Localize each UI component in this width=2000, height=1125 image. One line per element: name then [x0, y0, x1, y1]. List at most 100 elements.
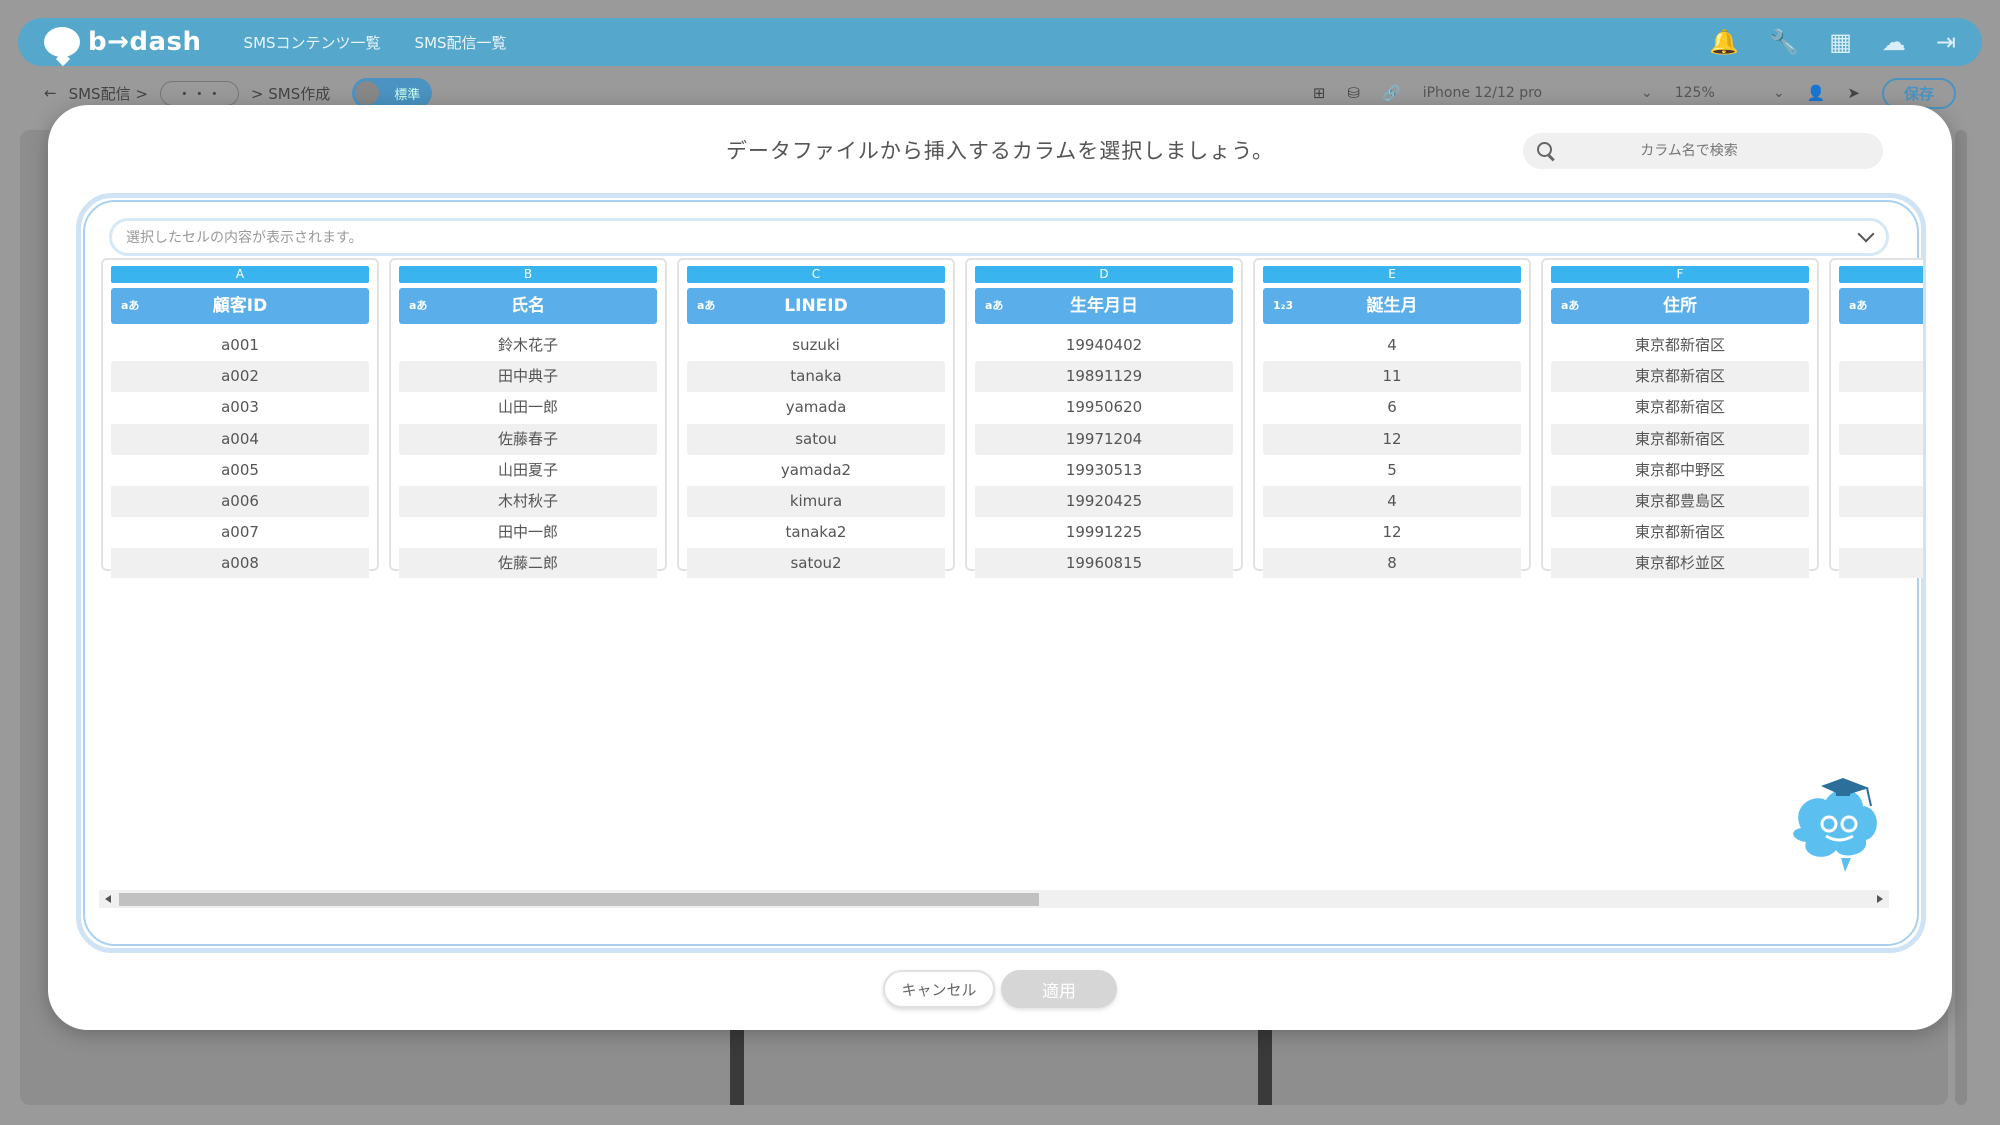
- table-cell[interactable]: 19960815: [975, 548, 1233, 578]
- scroll-right-icon[interactable]: [1877, 895, 1883, 903]
- preview-user-icon[interactable]: 👤: [1807, 84, 1826, 102]
- table-cell[interactable]: 山田夏子: [399, 455, 657, 486]
- table-cell[interactable]: 東京都新宿区: [1551, 423, 1809, 455]
- table-cell[interactable]: 11: [1263, 361, 1521, 393]
- table-cell[interactable]: 12: [1263, 517, 1521, 548]
- table-cell[interactable]: [1839, 485, 1923, 518]
- table-cell[interactable]: a001: [111, 330, 369, 361]
- column-header[interactable]: aあ LINEID: [687, 288, 945, 324]
- scroll-left-icon[interactable]: [105, 895, 111, 903]
- logout-icon[interactable]: ⇥: [1936, 28, 1956, 56]
- table-cell[interactable]: 19950620: [975, 392, 1233, 423]
- table-cell[interactable]: [1839, 361, 1923, 393]
- logo[interactable]: b→dash: [44, 27, 202, 57]
- table-cell[interactable]: a008: [111, 548, 369, 578]
- table-cell[interactable]: [1839, 392, 1923, 423]
- table-cell[interactable]: 19991225: [975, 517, 1233, 548]
- send-icon[interactable]: ➤: [1847, 84, 1860, 102]
- zoom-select[interactable]: 125% ⌄: [1675, 85, 1785, 101]
- table-cell[interactable]: yamada: [687, 392, 945, 423]
- table-cell[interactable]: 佐藤二郎: [399, 548, 657, 578]
- breadcrumb-ellipsis[interactable]: ・・・: [159, 80, 239, 106]
- horizontal-scrollbar[interactable]: [99, 890, 1889, 908]
- table-cell[interactable]: kimura: [687, 485, 945, 518]
- table-cell[interactable]: 8: [1263, 548, 1521, 578]
- table-cell[interactable]: 東京都新宿区: [1551, 517, 1809, 548]
- table-cell[interactable]: [1839, 517, 1923, 548]
- table-cell[interactable]: 6: [1263, 392, 1521, 423]
- bell-icon[interactable]: 🔔: [1709, 28, 1739, 56]
- nav-sms-content-list[interactable]: SMSコンテンツ一覧: [244, 32, 381, 53]
- page-scrollbar[interactable]: [1955, 130, 1967, 1105]
- column-header[interactable]: aあ 顧客ID: [111, 288, 369, 324]
- table-cell[interactable]: [1839, 548, 1923, 578]
- table-cell[interactable]: a005: [111, 455, 369, 486]
- table-cell[interactable]: a003: [111, 392, 369, 423]
- table-cell[interactable]: 東京都豊島区: [1551, 485, 1809, 518]
- add-block-icon[interactable]: ⊞: [1313, 84, 1326, 102]
- table-cell[interactable]: suzuki: [687, 330, 945, 361]
- column-header[interactable]: aあ 住所: [1551, 288, 1809, 324]
- table-cell[interactable]: 田中一郎: [399, 517, 657, 548]
- column-header[interactable]: aあ 生年月日: [975, 288, 1233, 324]
- table-cell[interactable]: [1839, 330, 1923, 361]
- table-cell[interactable]: tanaka: [687, 361, 945, 393]
- table-cell[interactable]: 4: [1263, 330, 1521, 361]
- column-search-input[interactable]: [1555, 143, 1883, 159]
- table-cell[interactable]: 東京都新宿区: [1551, 361, 1809, 393]
- table-cell[interactable]: 4: [1263, 485, 1521, 518]
- table-cell[interactable]: tanaka2: [687, 517, 945, 548]
- data-column[interactable]: Baあ氏名鈴木花子田中典子山田一郎佐藤春子山田夏子木村秋子田中一郎佐藤二郎鈴木一…: [389, 258, 667, 578]
- help-mascot-icon[interactable]: ☁: [1882, 28, 1906, 56]
- chevron-down-icon[interactable]: [1857, 225, 1875, 243]
- table-cell[interactable]: 19971204: [975, 423, 1233, 455]
- data-column[interactable]: Aaあ 顧客ID a001a002a003a004a005a006a007a008 a…: [101, 258, 379, 578]
- cancel-button[interactable]: キャンセル: [883, 970, 995, 1008]
- grid-icon[interactable]: ▦: [1829, 28, 1852, 56]
- link-icon[interactable]: 🔗: [1382, 84, 1401, 102]
- table-cell[interactable]: 5: [1263, 455, 1521, 486]
- table-cell[interactable]: 山田一郎: [399, 392, 657, 423]
- table-cell[interactable]: a006: [111, 485, 369, 518]
- scrollbar-thumb[interactable]: [119, 893, 1039, 906]
- data-column[interactable]: Daあ 生年月日 19940402 19891129 19950620 19971204 1…: [965, 258, 1243, 578]
- nav-sms-delivery-list[interactable]: SMS配信一覧: [415, 32, 507, 53]
- table-cell[interactable]: 東京都中野区: [1551, 455, 1809, 486]
- table-cell[interactable]: 19940402: [975, 330, 1233, 361]
- table-cell[interactable]: [1839, 455, 1923, 486]
- table-cell[interactable]: a007: [111, 517, 369, 548]
- table-cell[interactable]: 東京都杉並区: [1551, 548, 1809, 578]
- data-column[interactable]: aあ: [1829, 258, 1923, 578]
- table-cell[interactable]: 田中典子: [399, 361, 657, 393]
- column-search[interactable]: [1523, 133, 1883, 169]
- table-cell[interactable]: 12: [1263, 423, 1521, 455]
- device-select[interactable]: iPhone 12/12 pro ⌄: [1423, 85, 1653, 101]
- wrench-icon[interactable]: 🔧: [1769, 28, 1799, 56]
- save-button[interactable]: 保存: [1881, 77, 1956, 109]
- data-column[interactable]: Caあ LINEID suzuki tanaka yamada satou yamada2 k…: [677, 258, 955, 578]
- back-arrow-icon[interactable]: ←: [44, 84, 57, 102]
- table-cell[interactable]: 東京都新宿区: [1551, 330, 1809, 361]
- table-cell[interactable]: 19891129: [975, 361, 1233, 393]
- table-cell[interactable]: 19930513: [975, 455, 1233, 486]
- breadcrumb-root[interactable]: SMS配信 >: [69, 83, 148, 104]
- data-column[interactable]: E1₂3誕生月4116125412813: [1253, 258, 1531, 578]
- cell-preview-field[interactable]: 選択したセルの内容が表示されます。: [109, 218, 1889, 256]
- table-cell[interactable]: a004: [111, 423, 369, 455]
- table-cell[interactable]: 東京都新宿区: [1551, 392, 1809, 423]
- table-cell[interactable]: 佐藤春子: [399, 423, 657, 455]
- table-cell[interactable]: 19920425: [975, 485, 1233, 518]
- column-header[interactable]: aあ: [1839, 288, 1923, 324]
- column-header[interactable]: 1₂3 誕生月: [1263, 288, 1521, 324]
- database-icon[interactable]: ⛁: [1347, 84, 1360, 102]
- table-cell[interactable]: a002: [111, 361, 369, 393]
- table-cell[interactable]: [1839, 423, 1923, 455]
- mode-toggle[interactable]: 標準: [352, 78, 433, 108]
- column-header[interactable]: aあ 氏名: [399, 288, 657, 324]
- table-cell[interactable]: 鈴木花子: [399, 330, 657, 361]
- table-cell[interactable]: satou: [687, 423, 945, 455]
- data-column[interactable]: Faあ 住所 東京都新宿区 東京都新宿区 東京都新宿区 東京都新宿区 東京都中野区 東京都豊島…: [1541, 258, 1819, 578]
- table-cell[interactable]: 木村秋子: [399, 485, 657, 518]
- table-cell[interactable]: yamada2: [687, 455, 945, 486]
- apply-button[interactable]: 適用: [1001, 970, 1117, 1008]
